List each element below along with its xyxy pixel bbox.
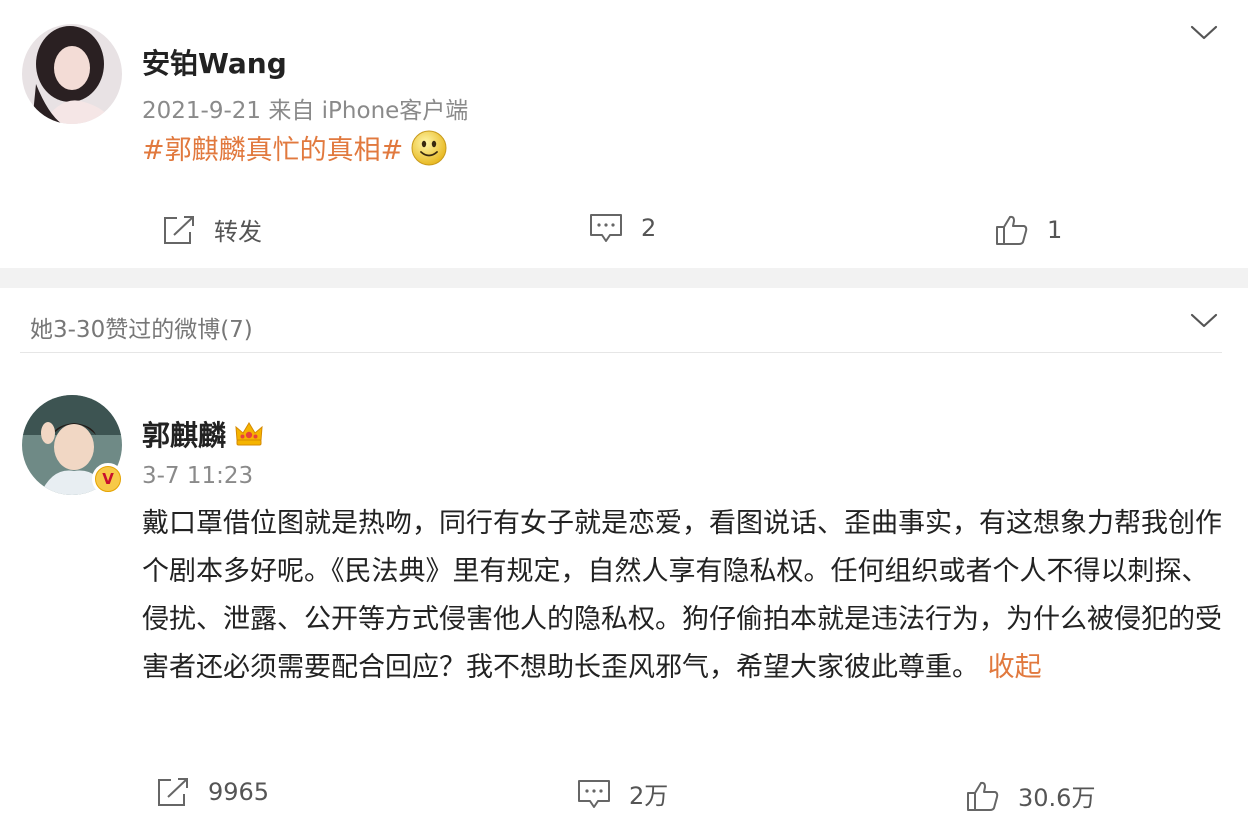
chevron-down-icon[interactable] — [1189, 24, 1219, 42]
like-icon — [967, 781, 999, 811]
comment-button[interactable]: 2 — [589, 212, 656, 244]
repost-label: 转发 — [214, 218, 262, 246]
verified-badge-icon: V — [92, 463, 124, 495]
post-body: 戴口罩借位图就是热吻，同行有女子就是恋爱，看图说话、歪曲事实，有这想象力帮我创作… — [142, 508, 1222, 683]
chevron-down-icon[interactable] — [1189, 312, 1219, 330]
topic-link[interactable]: #郭麒麟真忙的真相# — [142, 128, 447, 167]
author-name[interactable]: 安铂Wang — [142, 42, 287, 82]
crown-icon[interactable] — [234, 420, 264, 448]
like-count: 30.6万 — [1018, 784, 1096, 812]
smile-emoji-icon — [411, 130, 447, 165]
repost-button[interactable]: 9965 — [156, 776, 269, 808]
comment-count: 2万 — [629, 782, 669, 810]
comment-icon — [590, 214, 622, 242]
topic-text[interactable]: #郭麒麟真忙的真相# — [142, 128, 403, 167]
comment-button[interactable]: 2万 — [577, 776, 668, 811]
section-separator — [0, 268, 1248, 288]
repost-count: 9965 — [208, 778, 270, 806]
post-meta: 3-7 11:23 — [142, 463, 254, 489]
divider — [20, 352, 1222, 353]
comment-count: 2 — [641, 214, 657, 242]
like-button[interactable]: 30.6万 — [966, 778, 1095, 813]
post-meta: 2021-9-21 来自 iPhone客户端 — [142, 98, 469, 124]
verified-badge-label: V — [96, 467, 120, 491]
like-button[interactable]: 1 — [995, 214, 1062, 246]
liked-posts-section: 她3-30赞过的微博(7) V 郭麒麟 3-7 11:23 戴口罩借位图就是热吻… — [0, 288, 1248, 824]
avatar[interactable] — [22, 24, 122, 124]
post-text: 戴口罩借位图就是热吻，同行有女子就是恋爱，看图说话、歪曲事实，有这想象力帮我创作… — [142, 500, 1222, 692]
post-card: 安铂Wang 2021-9-21 来自 iPhone客户端 #郭麒麟真忙的真相#… — [0, 0, 1248, 268]
repost-icon — [158, 778, 188, 806]
comment-icon — [578, 779, 610, 808]
like-icon — [996, 215, 1028, 245]
repost-button[interactable]: 转发 — [162, 212, 262, 247]
collapse-link[interactable]: 收起 — [988, 652, 1042, 683]
repost-icon — [164, 215, 194, 244]
author-name[interactable]: 郭麒麟 — [142, 414, 226, 454]
liked-posts-header[interactable]: 她3-30赞过的微博(7) — [30, 310, 253, 344]
author-row: 郭麒麟 — [142, 414, 264, 454]
like-count: 1 — [1047, 216, 1063, 244]
